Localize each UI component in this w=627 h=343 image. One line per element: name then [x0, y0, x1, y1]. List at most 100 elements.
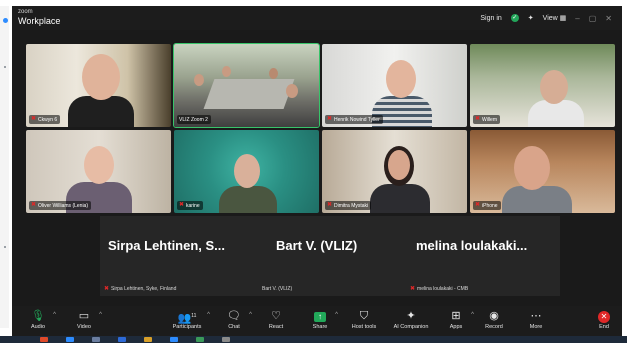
video-button[interactable]: ▭ Video ^: [64, 309, 104, 335]
participant-name: VLIZ Zoom 2: [179, 116, 208, 123]
end-meeting-button[interactable]: ✕ End: [588, 309, 620, 335]
taskbar-app-icon[interactable]: [222, 337, 230, 342]
brand-title-text: Workplace: [18, 16, 61, 26]
participant-body: [502, 186, 572, 213]
security-shield-icon[interactable]: ✓: [510, 14, 519, 22]
participants-button[interactable]: 👥11 Participants ^: [162, 309, 212, 335]
video-tile[interactable]: ✖ karine: [174, 130, 319, 213]
taskbar-app-icon[interactable]: [66, 337, 74, 342]
view-button[interactable]: View ▦: [543, 14, 567, 22]
muted-mic-icon: ✖: [31, 116, 37, 122]
muted-mic-icon: ✖: [410, 286, 416, 292]
video-tile[interactable]: ✖ Dimitra Mystaki: [322, 130, 467, 213]
view-label: View: [542, 15, 558, 22]
host-tools-button[interactable]: ⛉ Host tools: [342, 309, 386, 335]
participant-display-name[interactable]: Sirpa Lehtinen, S...: [108, 238, 225, 253]
participant-name: karine: [186, 202, 200, 209]
participant-body: [68, 96, 134, 127]
participant-nametag: Bart V. (VLIZ): [262, 284, 292, 293]
muted-mic-icon: ✖: [104, 286, 110, 292]
record-button[interactable]: ◉ Record: [474, 309, 514, 335]
end-call-icon: ✕: [598, 311, 610, 323]
taskbar-app-icon[interactable]: [170, 337, 178, 342]
sparkle-icon[interactable]: ✦: [528, 14, 534, 22]
apps-label: Apps: [449, 324, 463, 330]
participant-head: [234, 154, 260, 188]
participant-display-name[interactable]: melina loulakaki...: [416, 238, 527, 253]
maximize-button[interactable]: ▢: [589, 14, 597, 23]
chevron-up-icon[interactable]: ^: [207, 312, 210, 318]
participant-head: [194, 74, 204, 86]
title-bar: zoom Workplace Sign in ✓ ✦ View ▦ – ▢ ✕: [12, 6, 622, 30]
taskbar-app-icon[interactable]: [118, 337, 126, 342]
minimize-button[interactable]: –: [575, 14, 579, 23]
heart-icon: ♡: [271, 310, 281, 322]
record-icon: ◉: [489, 310, 499, 322]
meeting-toolbar: 🎙 Audio ^ ▭ Video ^ 👥11 Participants ^ 🗨…: [12, 306, 622, 336]
left-sidebar-strip: [0, 6, 9, 328]
more-button[interactable]: ⋯ More: [516, 309, 556, 335]
grid-icon: ▦: [559, 15, 567, 22]
participant-name: melina loulakaki - CMB: [417, 285, 469, 292]
participants-label: Participants: [172, 324, 202, 330]
video-label: Video: [77, 324, 91, 330]
video-tile[interactable]: ✖ iPhone: [470, 130, 615, 213]
participant-nametag: ✖ Henrik Nowind Tyller: [325, 115, 383, 124]
audio-button[interactable]: 🎙 Audio ^: [18, 309, 58, 335]
participant-name: Ckwyn 6: [38, 116, 58, 123]
participant-name: Dimitra Mystaki: [334, 202, 369, 209]
participant-body: [528, 100, 584, 127]
participant-name: iPhone: [482, 202, 498, 209]
video-tile[interactable]: ✖ Ckwyn 6: [26, 44, 171, 127]
ai-companion-button[interactable]: ✦ AI Companion: [386, 309, 436, 335]
participant-nametag: ✖ Willem: [473, 115, 500, 124]
participant-head: [82, 54, 120, 100]
muted-mic-icon: ✖: [475, 202, 481, 208]
participant-name: Oliver Williams (Lenia): [38, 202, 89, 209]
participant-name: Bart V. (VLIZ): [262, 285, 293, 292]
shield-icon: ⛉: [359, 310, 369, 322]
video-tile[interactable]: VLIZ Zoom 2: [173, 43, 320, 128]
participant-nametag: ✖ iPhone: [473, 201, 501, 210]
chevron-up-icon[interactable]: ^: [99, 312, 102, 318]
video-gallery: ✖ Ckwyn 6 VLIZ Zoom 2 ✖ Henrik Nowind Ty…: [12, 43, 622, 216]
participant-display-name[interactable]: Bart V. (VLIZ): [276, 238, 357, 253]
taskbar-app-icon[interactable]: [196, 337, 204, 342]
taskbar-app-icon[interactable]: [40, 337, 48, 342]
chevron-up-icon[interactable]: ^: [249, 312, 252, 318]
chevron-up-icon[interactable]: ^: [53, 312, 56, 318]
chat-button[interactable]: 🗨 Chat ^: [214, 309, 254, 335]
video-camera-icon: ▭: [78, 310, 90, 322]
participant-name: Henrik Nowind Tyller: [334, 116, 380, 123]
apps-button[interactable]: ⊞ Apps ^: [436, 309, 476, 335]
meeting-table: [203, 79, 295, 109]
host-tools-label: Host tools: [351, 324, 377, 330]
participant-nametag: ✖ melina loulakaki - CMB: [410, 284, 468, 293]
chevron-up-icon[interactable]: ^: [335, 312, 338, 318]
scroll-tick-icon: [4, 66, 6, 68]
react-label: React: [268, 324, 284, 330]
taskbar-app-icon[interactable]: [92, 337, 100, 342]
chat-bubble-icon: 🗨: [227, 310, 241, 322]
video-tile[interactable]: ✖ Oliver Williams (Lenia): [26, 130, 171, 213]
taskbar-app-icon[interactable]: [144, 337, 152, 342]
close-button[interactable]: ✕: [605, 14, 612, 23]
react-button[interactable]: ♡ React: [256, 309, 296, 335]
participant-head: [286, 84, 298, 98]
video-tile[interactable]: ✖ Henrik Nowind Tyller: [322, 44, 467, 127]
brand-small-text: zoom: [18, 9, 33, 15]
title-bar-controls: Sign in ✓ ✦ View ▦ – ▢ ✕: [480, 11, 612, 25]
participant-head: [514, 146, 550, 190]
record-label: Record: [485, 324, 503, 330]
participant-head: [388, 150, 410, 180]
ai-sparkle-icon: ✦: [406, 310, 416, 322]
participant-nametag: ✖ karine: [177, 201, 203, 210]
video-tile[interactable]: ✖ Willem: [470, 44, 615, 127]
share-button[interactable]: ↑ Share ^: [300, 309, 340, 335]
sign-in-link[interactable]: Sign in: [480, 15, 501, 22]
participant-nametag: ✖ Dimitra Mystaki: [325, 201, 372, 210]
end-label: End: [599, 324, 609, 330]
zoom-workplace-logo: zoom Workplace: [18, 9, 60, 26]
participant-head: [386, 60, 416, 98]
scroll-tick-icon: [4, 246, 6, 248]
